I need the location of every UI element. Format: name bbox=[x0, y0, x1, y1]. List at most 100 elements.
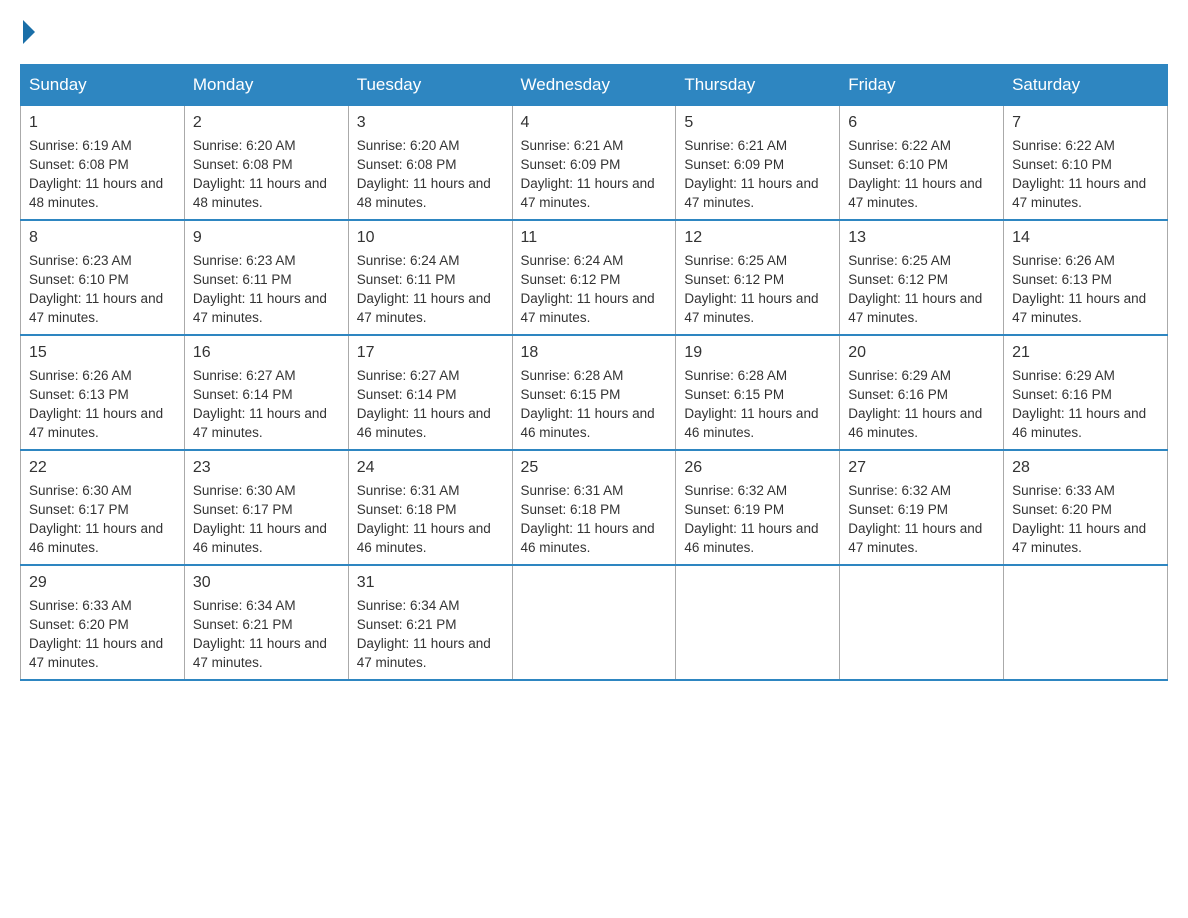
day-number: 4 bbox=[521, 112, 668, 134]
daylight-label: Daylight: 11 hours and 47 minutes. bbox=[848, 291, 982, 325]
sunset-label: Sunset: 6:17 PM bbox=[193, 502, 293, 517]
day-number: 1 bbox=[29, 112, 176, 134]
daylight-label: Daylight: 11 hours and 46 minutes. bbox=[357, 406, 491, 440]
calendar-cell: 20 Sunrise: 6:29 AM Sunset: 6:16 PM Dayl… bbox=[840, 335, 1004, 450]
calendar-cell: 5 Sunrise: 6:21 AM Sunset: 6:09 PM Dayli… bbox=[676, 106, 840, 220]
sunset-label: Sunset: 6:11 PM bbox=[357, 272, 456, 287]
day-number: 31 bbox=[357, 572, 504, 594]
day-of-week-header: Saturday bbox=[1004, 65, 1168, 106]
calendar-week-row: 29 Sunrise: 6:33 AM Sunset: 6:20 PM Dayl… bbox=[21, 565, 1168, 680]
day-number: 8 bbox=[29, 227, 176, 249]
calendar-cell: 16 Sunrise: 6:27 AM Sunset: 6:14 PM Dayl… bbox=[184, 335, 348, 450]
calendar-cell bbox=[840, 565, 1004, 680]
calendar-cell: 12 Sunrise: 6:25 AM Sunset: 6:12 PM Dayl… bbox=[676, 220, 840, 335]
sunrise-label: Sunrise: 6:22 AM bbox=[1012, 138, 1115, 153]
sunrise-label: Sunrise: 6:30 AM bbox=[29, 483, 132, 498]
day-number: 25 bbox=[521, 457, 668, 479]
day-of-week-header: Thursday bbox=[676, 65, 840, 106]
daylight-label: Daylight: 11 hours and 47 minutes. bbox=[29, 406, 163, 440]
calendar-cell: 6 Sunrise: 6:22 AM Sunset: 6:10 PM Dayli… bbox=[840, 106, 1004, 220]
sunset-label: Sunset: 6:12 PM bbox=[521, 272, 621, 287]
calendar-cell bbox=[1004, 565, 1168, 680]
daylight-label: Daylight: 11 hours and 46 minutes. bbox=[684, 406, 818, 440]
daylight-label: Daylight: 11 hours and 47 minutes. bbox=[357, 636, 491, 670]
sunset-label: Sunset: 6:10 PM bbox=[1012, 157, 1112, 172]
sunset-label: Sunset: 6:18 PM bbox=[521, 502, 621, 517]
calendar-table: SundayMondayTuesdayWednesdayThursdayFrid… bbox=[20, 64, 1168, 681]
sunset-label: Sunset: 6:09 PM bbox=[684, 157, 784, 172]
daylight-label: Daylight: 11 hours and 47 minutes. bbox=[29, 636, 163, 670]
sunrise-label: Sunrise: 6:22 AM bbox=[848, 138, 951, 153]
calendar-cell: 29 Sunrise: 6:33 AM Sunset: 6:20 PM Dayl… bbox=[21, 565, 185, 680]
logo bbox=[20, 20, 38, 44]
sunset-label: Sunset: 6:21 PM bbox=[193, 617, 293, 632]
day-of-week-header: Wednesday bbox=[512, 65, 676, 106]
calendar-cell bbox=[676, 565, 840, 680]
calendar-cell: 2 Sunrise: 6:20 AM Sunset: 6:08 PM Dayli… bbox=[184, 106, 348, 220]
sunset-label: Sunset: 6:17 PM bbox=[29, 502, 129, 517]
day-number: 14 bbox=[1012, 227, 1159, 249]
sunrise-label: Sunrise: 6:30 AM bbox=[193, 483, 296, 498]
daylight-label: Daylight: 11 hours and 47 minutes. bbox=[29, 291, 163, 325]
day-number: 28 bbox=[1012, 457, 1159, 479]
sunset-label: Sunset: 6:18 PM bbox=[357, 502, 457, 517]
sunrise-label: Sunrise: 6:20 AM bbox=[357, 138, 460, 153]
calendar-cell: 21 Sunrise: 6:29 AM Sunset: 6:16 PM Dayl… bbox=[1004, 335, 1168, 450]
daylight-label: Daylight: 11 hours and 46 minutes. bbox=[684, 521, 818, 555]
calendar-cell bbox=[512, 565, 676, 680]
day-number: 13 bbox=[848, 227, 995, 249]
day-of-week-header: Monday bbox=[184, 65, 348, 106]
sunrise-label: Sunrise: 6:23 AM bbox=[193, 253, 296, 268]
sunset-label: Sunset: 6:16 PM bbox=[848, 387, 948, 402]
sunrise-label: Sunrise: 6:25 AM bbox=[848, 253, 951, 268]
sunrise-label: Sunrise: 6:20 AM bbox=[193, 138, 296, 153]
calendar-header-row: SundayMondayTuesdayWednesdayThursdayFrid… bbox=[21, 65, 1168, 106]
sunrise-label: Sunrise: 6:33 AM bbox=[29, 598, 132, 613]
daylight-label: Daylight: 11 hours and 47 minutes. bbox=[193, 636, 327, 670]
daylight-label: Daylight: 11 hours and 46 minutes. bbox=[29, 521, 163, 555]
sunset-label: Sunset: 6:19 PM bbox=[848, 502, 948, 517]
calendar-week-row: 8 Sunrise: 6:23 AM Sunset: 6:10 PM Dayli… bbox=[21, 220, 1168, 335]
calendar-cell: 17 Sunrise: 6:27 AM Sunset: 6:14 PM Dayl… bbox=[348, 335, 512, 450]
daylight-label: Daylight: 11 hours and 46 minutes. bbox=[521, 521, 655, 555]
day-number: 30 bbox=[193, 572, 340, 594]
sunrise-label: Sunrise: 6:31 AM bbox=[357, 483, 460, 498]
logo-arrow-icon bbox=[23, 20, 35, 44]
calendar-cell: 24 Sunrise: 6:31 AM Sunset: 6:18 PM Dayl… bbox=[348, 450, 512, 565]
sunrise-label: Sunrise: 6:34 AM bbox=[357, 598, 460, 613]
sunrise-label: Sunrise: 6:26 AM bbox=[29, 368, 132, 383]
calendar-cell: 26 Sunrise: 6:32 AM Sunset: 6:19 PM Dayl… bbox=[676, 450, 840, 565]
sunrise-label: Sunrise: 6:24 AM bbox=[521, 253, 624, 268]
sunrise-label: Sunrise: 6:27 AM bbox=[357, 368, 460, 383]
calendar-cell: 28 Sunrise: 6:33 AM Sunset: 6:20 PM Dayl… bbox=[1004, 450, 1168, 565]
sunrise-label: Sunrise: 6:23 AM bbox=[29, 253, 132, 268]
day-number: 6 bbox=[848, 112, 995, 134]
daylight-label: Daylight: 11 hours and 48 minutes. bbox=[193, 176, 327, 210]
calendar-cell: 27 Sunrise: 6:32 AM Sunset: 6:19 PM Dayl… bbox=[840, 450, 1004, 565]
day-number: 10 bbox=[357, 227, 504, 249]
sunrise-label: Sunrise: 6:28 AM bbox=[521, 368, 624, 383]
day-of-week-header: Sunday bbox=[21, 65, 185, 106]
calendar-week-row: 15 Sunrise: 6:26 AM Sunset: 6:13 PM Dayl… bbox=[21, 335, 1168, 450]
day-number: 22 bbox=[29, 457, 176, 479]
sunset-label: Sunset: 6:09 PM bbox=[521, 157, 621, 172]
daylight-label: Daylight: 11 hours and 48 minutes. bbox=[357, 176, 491, 210]
daylight-label: Daylight: 11 hours and 46 minutes. bbox=[521, 406, 655, 440]
sunset-label: Sunset: 6:12 PM bbox=[848, 272, 948, 287]
sunset-label: Sunset: 6:16 PM bbox=[1012, 387, 1112, 402]
calendar-cell: 9 Sunrise: 6:23 AM Sunset: 6:11 PM Dayli… bbox=[184, 220, 348, 335]
sunrise-label: Sunrise: 6:33 AM bbox=[1012, 483, 1115, 498]
sunrise-label: Sunrise: 6:26 AM bbox=[1012, 253, 1115, 268]
calendar-cell: 31 Sunrise: 6:34 AM Sunset: 6:21 PM Dayl… bbox=[348, 565, 512, 680]
daylight-label: Daylight: 11 hours and 47 minutes. bbox=[1012, 176, 1146, 210]
day-number: 29 bbox=[29, 572, 176, 594]
calendar-week-row: 22 Sunrise: 6:30 AM Sunset: 6:17 PM Dayl… bbox=[21, 450, 1168, 565]
sunset-label: Sunset: 6:20 PM bbox=[29, 617, 129, 632]
sunrise-label: Sunrise: 6:29 AM bbox=[1012, 368, 1115, 383]
calendar-cell: 11 Sunrise: 6:24 AM Sunset: 6:12 PM Dayl… bbox=[512, 220, 676, 335]
daylight-label: Daylight: 11 hours and 47 minutes. bbox=[848, 521, 982, 555]
sunrise-label: Sunrise: 6:32 AM bbox=[684, 483, 787, 498]
daylight-label: Daylight: 11 hours and 46 minutes. bbox=[357, 521, 491, 555]
daylight-label: Daylight: 11 hours and 47 minutes. bbox=[193, 406, 327, 440]
day-number: 15 bbox=[29, 342, 176, 364]
